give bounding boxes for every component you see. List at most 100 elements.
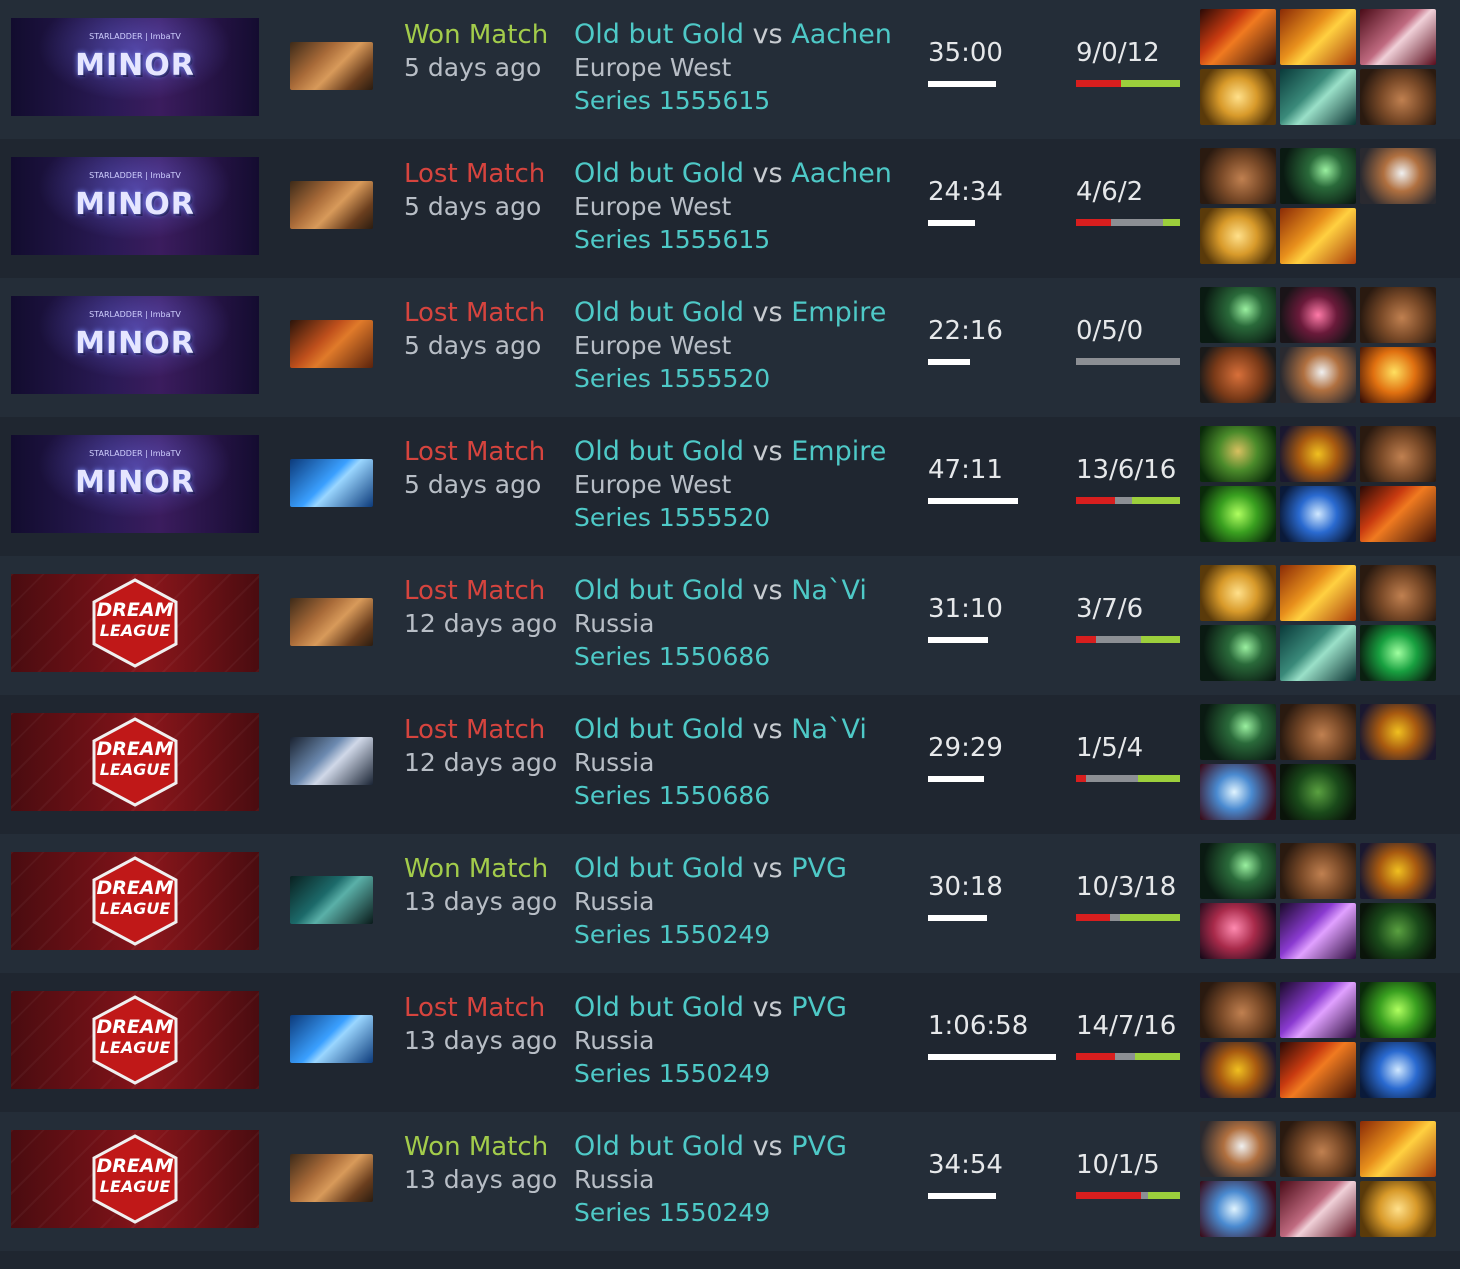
match-result[interactable]: Lost Match: [404, 993, 545, 1023]
dagon-icon[interactable]: [1280, 903, 1356, 959]
heart-icon[interactable]: [1200, 903, 1276, 959]
mask-icon[interactable]: [1280, 764, 1356, 820]
armlet-icon[interactable]: [1200, 9, 1276, 65]
desolator-icon[interactable]: [1280, 565, 1356, 621]
match-row[interactable]: DREAM LEAGUE Won Match 13 days ago Old but G…: [0, 834, 1460, 973]
match-result[interactable]: Lost Match: [404, 715, 545, 745]
team-a-link[interactable]: Old but Gold: [574, 853, 744, 884]
wand-icon[interactable]: [1280, 148, 1356, 204]
team-a-link[interactable]: Old but Gold: [574, 297, 744, 328]
team-b-link[interactable]: Na`Vi: [791, 575, 867, 606]
armor-icon[interactable]: [1280, 625, 1356, 681]
chaos-hero-icon[interactable]: [290, 320, 373, 368]
match-result[interactable]: Lost Match: [404, 159, 545, 189]
match-result[interactable]: Lost Match: [404, 437, 545, 467]
team-b-link[interactable]: Empire: [791, 436, 886, 467]
mask-icon[interactable]: [1360, 903, 1436, 959]
boots-icon[interactable]: [1360, 565, 1436, 621]
armlet-icon[interactable]: [1280, 1042, 1356, 1098]
midas-icon[interactable]: [1200, 208, 1276, 264]
helm-icon[interactable]: [1360, 843, 1436, 899]
league-banner[interactable]: STARLADDER | ImbaTV MINOR: [11, 296, 259, 394]
scepter-icon[interactable]: [1280, 486, 1356, 542]
storm-hero-icon[interactable]: [290, 1015, 373, 1063]
radiance-icon[interactable]: [1360, 347, 1436, 403]
desolator-icon[interactable]: [1280, 208, 1356, 264]
team-b-link[interactable]: PVG: [791, 992, 847, 1023]
match-row[interactable]: STARLADDER | ImbaTV MINOR Lost Match 5 days…: [0, 139, 1460, 278]
hood-icon[interactable]: [1360, 9, 1436, 65]
series-link[interactable]: Series 1555520: [574, 503, 770, 532]
axe-icon[interactable]: [1200, 1121, 1276, 1177]
team-b-link[interactable]: PVG: [791, 1131, 847, 1162]
match-row[interactable]: STARLADDER | ImbaTV MINOR Lost Match 5 days…: [0, 417, 1460, 556]
team-a-link[interactable]: Old but Gold: [574, 714, 744, 745]
troll-hero-icon[interactable]: [290, 1154, 373, 1202]
league-banner[interactable]: DREAM LEAGUE: [11, 574, 259, 672]
league-banner[interactable]: DREAM LEAGUE: [11, 1130, 259, 1228]
blade-icon[interactable]: [1280, 287, 1356, 343]
match-row[interactable]: DREAM LEAGUE Won Match 13 days ago Old but G…: [0, 1112, 1460, 1251]
armor-icon[interactable]: [1280, 69, 1356, 125]
axe-icon[interactable]: [1280, 347, 1356, 403]
team-b-link[interactable]: Aachen: [791, 19, 892, 50]
axe-icon[interactable]: [1360, 148, 1436, 204]
wand-icon[interactable]: [1200, 287, 1276, 343]
dagon-icon[interactable]: [1280, 982, 1356, 1038]
troll-hero-icon[interactable]: [290, 42, 373, 90]
crystal-axe-icon[interactable]: [1200, 1181, 1276, 1237]
boots-icon[interactable]: [1280, 704, 1356, 760]
series-link[interactable]: Series 1555615: [574, 225, 770, 254]
helm-icon[interactable]: [1280, 426, 1356, 482]
series-link[interactable]: Series 1550686: [574, 781, 770, 810]
match-row[interactable]: STARLADDER | ImbaTV MINOR Lost Match 5 days…: [0, 278, 1460, 417]
drum-icon[interactable]: [1200, 426, 1276, 482]
match-result[interactable]: Lost Match: [404, 298, 545, 328]
team-a-link[interactable]: Old but Gold: [574, 992, 744, 1023]
league-banner[interactable]: STARLADDER | ImbaTV MINOR: [11, 435, 259, 533]
desolator-icon[interactable]: [1360, 1121, 1436, 1177]
ring-icon[interactable]: [1360, 625, 1436, 681]
team-b-link[interactable]: Na`Vi: [791, 714, 867, 745]
midas-icon[interactable]: [1200, 565, 1276, 621]
shield-icon[interactable]: [1200, 347, 1276, 403]
match-row[interactable]: DREAM LEAGUE Lost Match 12 days ago Old but …: [0, 695, 1460, 834]
desolator-icon[interactable]: [1280, 9, 1356, 65]
series-link[interactable]: Series 1550249: [574, 920, 770, 949]
team-a-link[interactable]: Old but Gold: [574, 158, 744, 189]
match-result[interactable]: Won Match: [404, 854, 548, 884]
series-link[interactable]: Series 1550249: [574, 1059, 770, 1088]
match-row[interactable]: DREAM LEAGUE Lost Match 13 days ago Old but …: [0, 973, 1460, 1112]
team-a-link[interactable]: Old but Gold: [574, 575, 744, 606]
team-a-link[interactable]: Old but Gold: [574, 1131, 744, 1162]
wand-icon[interactable]: [1200, 843, 1276, 899]
match-result[interactable]: Lost Match: [404, 576, 545, 606]
match-result[interactable]: Won Match: [404, 20, 548, 50]
team-b-link[interactable]: Empire: [791, 297, 886, 328]
hood-icon[interactable]: [1280, 1181, 1356, 1237]
league-banner[interactable]: DREAM LEAGUE: [11, 713, 259, 811]
boots-icon[interactable]: [1360, 69, 1436, 125]
wand-icon[interactable]: [1200, 625, 1276, 681]
orb-icon[interactable]: [1360, 982, 1436, 1038]
storm-hero-icon[interactable]: [290, 459, 373, 507]
crystal-axe-icon[interactable]: [1200, 764, 1276, 820]
boots-icon[interactable]: [1200, 982, 1276, 1038]
match-row[interactable]: STARLADDER | ImbaTV MINOR Won Match 5 days …: [0, 0, 1460, 139]
wand-icon[interactable]: [1200, 704, 1276, 760]
boots-icon[interactable]: [1200, 148, 1276, 204]
knight-hero-icon[interactable]: [290, 737, 373, 785]
league-banner[interactable]: DREAM LEAGUE: [11, 991, 259, 1089]
series-link[interactable]: Series 1550249: [574, 1198, 770, 1227]
boots-icon[interactable]: [1280, 843, 1356, 899]
scepter-icon[interactable]: [1360, 1042, 1436, 1098]
orb-icon[interactable]: [1200, 486, 1276, 542]
midas-icon[interactable]: [1200, 69, 1276, 125]
armlet-icon[interactable]: [1360, 486, 1436, 542]
boots-icon[interactable]: [1360, 426, 1436, 482]
match-row[interactable]: DREAM LEAGUE Lost Match 12 days ago Old but …: [0, 556, 1460, 695]
troll-hero-icon[interactable]: [290, 598, 373, 646]
team-a-link[interactable]: Old but Gold: [574, 19, 744, 50]
boots-icon[interactable]: [1280, 1121, 1356, 1177]
helm-icon[interactable]: [1200, 1042, 1276, 1098]
